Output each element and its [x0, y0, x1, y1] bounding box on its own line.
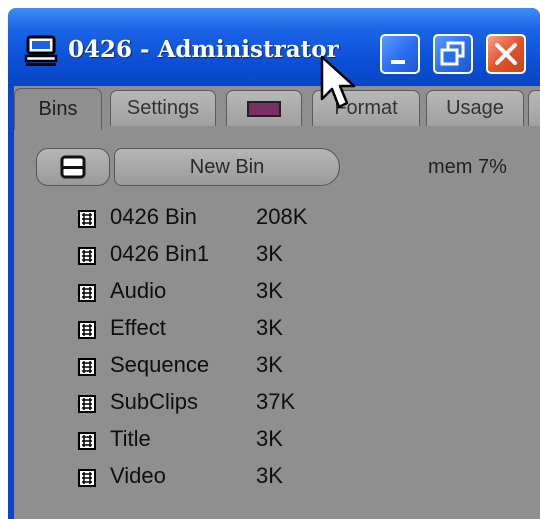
bin-name: 0426 Bin [110, 204, 197, 229]
bin-icon [78, 469, 96, 487]
bin-size: 3K [256, 463, 283, 488]
tab-bins[interactable]: Bins [14, 88, 102, 130]
bin-size: 208K [256, 204, 308, 229]
computer-icon [24, 35, 58, 66]
bin-name: 0426 Bin1 [110, 241, 210, 266]
bin-name: Video [110, 463, 166, 488]
bin-size: 3K [256, 278, 283, 303]
bin-size: 37K [256, 389, 296, 414]
tab-usage[interactable]: Usage [426, 90, 524, 126]
menu-icon [60, 155, 86, 179]
minimize-icon [391, 60, 405, 64]
close-icon [495, 43, 517, 65]
minimize-button[interactable] [380, 34, 420, 74]
bin-row[interactable]: Audio 3K [14, 274, 540, 310]
tab-label: Usage [446, 97, 504, 119]
bin-size: 3K [256, 352, 283, 377]
bin-menu-button[interactable] [36, 148, 110, 186]
bin-row[interactable]: Effect 3K [14, 311, 540, 347]
bin-row[interactable]: Title 3K [14, 422, 540, 458]
bin-icon [78, 321, 96, 339]
bin-row[interactable]: SubClips 37K [14, 385, 540, 421]
bin-icon [78, 210, 96, 228]
window-title: 0426 - Administrator [68, 36, 339, 63]
bin-row[interactable]: 0426 Bin1 3K [14, 237, 540, 273]
mouse-cursor-icon [320, 55, 356, 109]
bin-name: Sequence [110, 352, 210, 377]
new-bin-button[interactable]: New Bin [114, 148, 340, 186]
bin-size: 3K [256, 315, 283, 340]
color-swatch-icon [247, 100, 281, 117]
tab-color[interactable] [226, 90, 302, 126]
bin-icon [78, 284, 96, 302]
tab-overflow[interactable] [528, 90, 540, 126]
bin-row[interactable]: Video 3K [14, 459, 540, 495]
bin-panel: Bins Settings Format Usage New Bin mem 7… [14, 86, 540, 519]
bin-name: Audio [110, 278, 167, 303]
bin-icon [78, 358, 96, 376]
bin-icon [78, 247, 96, 265]
bin-size: 3K [256, 241, 283, 266]
bin-row[interactable]: 0426 Bin 208K [14, 200, 540, 236]
tab-label: Bins [38, 98, 78, 120]
bin-size: 3K [256, 426, 283, 451]
close-button[interactable] [486, 34, 526, 74]
bin-icon [78, 432, 96, 450]
app-window: 0426 - Administrator Bins Settings Forma… [8, 8, 540, 519]
bin-name: Title [110, 426, 151, 451]
restore-button[interactable] [433, 34, 473, 74]
bin-icon [78, 395, 96, 413]
bin-row[interactable]: Sequence 3K [14, 348, 540, 384]
tab-label: Settings [126, 97, 200, 119]
restore-icon [440, 41, 465, 66]
tab-bar: Bins Settings Format Usage [14, 86, 540, 130]
tab-settings[interactable]: Settings [110, 90, 216, 126]
title-bar[interactable]: 0426 - Administrator [8, 8, 540, 86]
bin-name: SubClips [110, 389, 199, 414]
memory-usage: mem 7% [428, 156, 507, 178]
bin-name: Effect [110, 315, 166, 340]
